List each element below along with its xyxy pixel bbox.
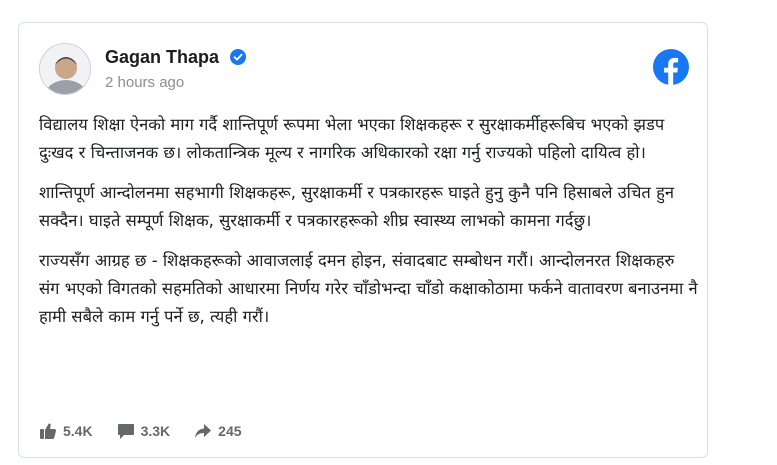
comment-icon bbox=[117, 424, 134, 439]
shares-label: 245 bbox=[218, 423, 242, 439]
likes-label: 5.4K bbox=[63, 423, 93, 439]
post-body: विद्यालय शिक्षा ऐनको माग गर्दै शान्तिपूर… bbox=[39, 111, 699, 343]
post-timestamp[interactable]: 2 hours ago bbox=[105, 74, 184, 91]
post-paragraph: विद्यालय शिक्षा ऐनको माग गर्दै शान्तिपूर… bbox=[39, 115, 665, 162]
post-stats: 5.4K 3.3K 245 bbox=[39, 421, 266, 441]
post-header: Gagan Thapa 2 hours ago bbox=[39, 43, 689, 95]
comments-label: 3.3K bbox=[140, 423, 171, 439]
author-name[interactable]: Gagan Thapa bbox=[105, 47, 247, 68]
post-card: Gagan Thapa 2 hours ago विद्यालय शिक्षा … bbox=[18, 22, 708, 458]
verified-badge-icon bbox=[230, 49, 247, 65]
facebook-logo-icon[interactable] bbox=[653, 49, 689, 85]
post-paragraph: शान्तिपूर्ण आन्दोलनमा सहभागी शिक्षकहरू, … bbox=[39, 183, 674, 230]
author-name-text[interactable]: Gagan Thapa bbox=[105, 47, 219, 67]
share-arrow-icon bbox=[195, 424, 212, 438]
likes-count[interactable]: 5.4K bbox=[39, 422, 93, 440]
thumbs-up-icon bbox=[40, 423, 56, 439]
shares-count[interactable]: 245 bbox=[194, 422, 242, 440]
comments-count[interactable]: 3.3K bbox=[117, 422, 171, 440]
post-paragraph: राज्यसँग आग्रह छ - शिक्षकहरूको आवाजलाई द… bbox=[39, 251, 698, 326]
avatar[interactable] bbox=[39, 43, 91, 95]
